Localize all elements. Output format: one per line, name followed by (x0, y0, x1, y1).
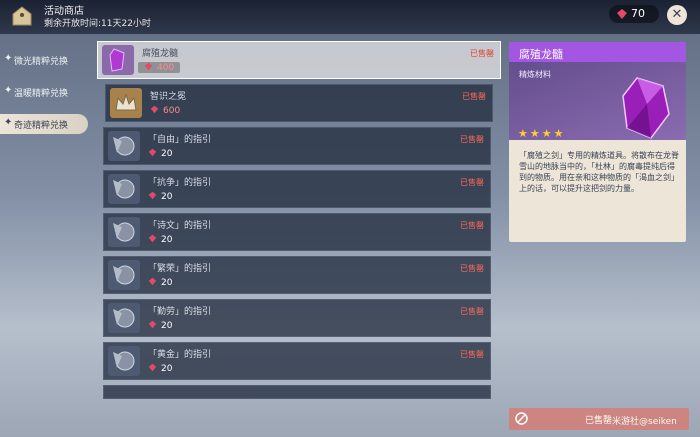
shop-item[interactable]: 智识之冕 600 已售罄 (105, 84, 493, 122)
tab-label: 微光精粹兑换 (14, 57, 69, 67)
shop-item[interactable]: 「繁荣」的指引 20 已售罄 (103, 256, 491, 294)
item-detail-panel: 腐殖龙髓 精炼材料 ★★★★ 「腐殖之剑」专用的精炼道具。将散布在龙脊雪山的地脉… (509, 42, 686, 242)
item-price-value: 20 (161, 192, 173, 202)
currency-counter: 70 (609, 5, 659, 23)
close-button[interactable]: ✕ (667, 5, 687, 25)
shop-title: 活动商店 (44, 6, 84, 17)
essence-currency-icon (148, 148, 157, 157)
item-price-value: 20 (161, 364, 173, 374)
essence-currency-icon (144, 62, 153, 71)
sold-out-label: 已售罄 (460, 307, 484, 316)
item-price: 400 (138, 62, 181, 73)
item-price: 600 (150, 105, 180, 116)
talent-book-icon (108, 346, 140, 376)
talent-book-icon (108, 131, 140, 161)
item-name: 「勤劳」的指引 (148, 307, 212, 317)
watermark: 米游社@seiken (612, 417, 677, 427)
shop-item-partial[interactable] (103, 385, 491, 399)
item-price-value: 20 (161, 149, 173, 159)
talent-book-icon (108, 303, 140, 333)
essence-currency-icon (148, 191, 157, 200)
shop-item[interactable]: 「勤劳」的指引 20 已售罄 (103, 299, 491, 337)
sold-out-label: 已售罄 (460, 264, 484, 273)
tab-warm-essence[interactable]: ✦ 温暖精粹兑换 (0, 82, 88, 102)
shop-timer: 剩余开放时间:11天22小时 (44, 19, 151, 29)
item-price: 20 (148, 191, 172, 202)
shop-item[interactable]: 「自由」的指引 20 已售罄 (103, 127, 491, 165)
shop-item[interactable]: 「黄金」的指引 20 已售罄 (103, 342, 491, 380)
tab-label: 奇迹精粹兑换 (14, 121, 69, 131)
no-entry-icon (515, 412, 528, 425)
sold-out-label: 已售罄 (460, 178, 484, 187)
sparkle-icon: ✦ (4, 85, 13, 96)
rarity-stars: ★★★★ (518, 127, 566, 140)
item-name: 「诗文」的指引 (148, 221, 212, 231)
shop-item-list[interactable]: 腐殖龙髓 400 已售罄 智识之冕 600 已售罄 「自由」的指引 20 已售罄… (97, 40, 504, 437)
item-price: 20 (148, 320, 172, 331)
item-price-value: 400 (157, 63, 175, 73)
item-name: 智识之冕 (150, 92, 187, 102)
essence-currency-icon (148, 320, 157, 329)
essence-currency-icon (148, 277, 157, 286)
sold-out-label: 已售罄 (470, 49, 494, 58)
item-name: 「黄金」的指引 (148, 350, 212, 360)
item-price: 20 (148, 148, 172, 159)
essence-currency-icon (148, 234, 157, 243)
detail-item-type: 精炼材料 (519, 70, 551, 79)
purple-crystal-icon (622, 77, 670, 139)
item-name: 腐殖龙髓 (142, 49, 179, 59)
essence-currency-icon (148, 363, 157, 372)
shop-item[interactable]: 「抗争」的指引 20 已售罄 (103, 170, 491, 208)
item-price-value: 20 (161, 235, 173, 245)
talent-book-icon (108, 174, 140, 204)
sold-out-label: 已售罄 (462, 92, 486, 101)
shop-tag-icon (12, 6, 32, 26)
currency-amount: 70 (631, 7, 645, 20)
sparkle-icon: ✦ (4, 117, 13, 128)
tab-glimmering-essence[interactable]: ✦ 微光精粹兑换 (0, 50, 88, 70)
item-price: 20 (148, 234, 172, 245)
detail-title: 腐殖龙髓 (519, 48, 563, 61)
essence-currency-icon (617, 9, 627, 19)
shop-item[interactable]: 「诗文」的指引 20 已售罄 (103, 213, 491, 251)
detail-description: 「腐殖之剑」专用的精炼道具。将散布在龙脊雪山的地脉当中的，「杜林」的腐毒提纯后得… (519, 151, 679, 193)
tab-miracle-essence[interactable]: ✦ 奇迹精粹兑换 (0, 114, 88, 134)
sold-out-label: 已售罄 (460, 350, 484, 359)
item-price: 20 (148, 363, 172, 374)
shop-item[interactable]: 腐殖龙髓 400 已售罄 (97, 41, 501, 79)
purple-crystal-icon (102, 45, 134, 75)
talent-book-icon (108, 217, 140, 247)
talent-book-icon (108, 260, 140, 290)
sold-out-label: 已售罄 (460, 135, 484, 144)
item-price-value: 600 (163, 106, 181, 116)
item-name: 「繁荣」的指引 (148, 264, 212, 274)
item-price: 20 (148, 277, 172, 288)
crown-icon (110, 88, 142, 118)
tab-label: 温暖精粹兑换 (14, 89, 69, 99)
top-bar: 活动商店 剩余开放时间:11天22小时 70 ✕ (0, 0, 700, 34)
sparkle-icon: ✦ (4, 53, 13, 64)
essence-currency-icon (150, 105, 159, 114)
item-price-value: 20 (161, 278, 173, 288)
item-price-value: 20 (161, 321, 173, 331)
purchase-status-label: 已售罄 (585, 416, 613, 426)
sold-out-label: 已售罄 (460, 221, 484, 230)
item-name: 「抗争」的指引 (148, 178, 212, 188)
item-name: 「自由」的指引 (148, 135, 212, 145)
